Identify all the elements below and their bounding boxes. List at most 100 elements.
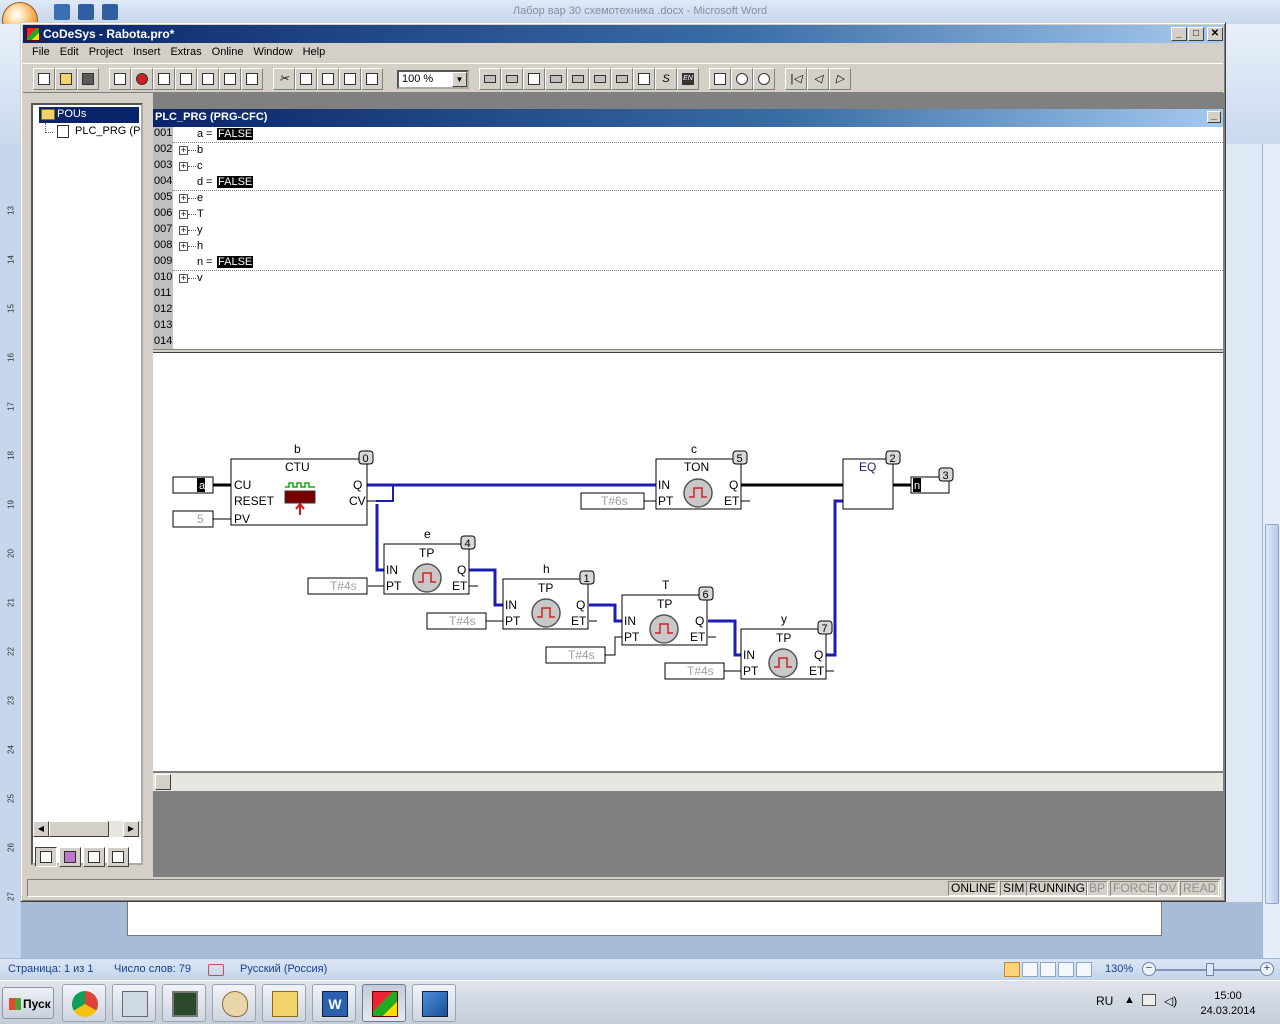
connection-mark-target-button[interactable] [753,68,775,90]
tab-resources[interactable] [107,847,129,867]
expand-plus-icon[interactable]: + [179,194,188,203]
tab-pous[interactable] [35,847,57,867]
editor-minimize-button[interactable]: _ [1207,111,1221,123]
declaration-row[interactable]: 011 [153,287,1223,303]
tab-visualizations[interactable] [83,847,105,867]
enable-en-button[interactable]: EN [677,68,699,90]
draft-view-button[interactable] [1076,962,1092,977]
draw-taskbar-button[interactable] [412,984,456,1022]
zoom-slider-knob[interactable] [1206,963,1214,976]
close-button[interactable]: ✕ [1207,27,1223,41]
pou-item-plc-prg[interactable]: PLC_PRG (P [55,125,140,138]
menu-file[interactable]: File [27,43,55,62]
open-button[interactable] [55,68,77,90]
menu-extras[interactable]: Extras [165,43,206,62]
variable-value[interactable]: FALSE [217,256,254,268]
login-button[interactable] [109,68,131,90]
restore-button[interactable]: □ [1188,27,1204,41]
menu-help[interactable]: Help [298,43,331,62]
set-reset-button[interactable]: S [655,68,677,90]
cfc-scroll-thumb[interactable] [155,774,171,790]
find-next-button[interactable] [361,68,383,90]
word-scroll-thumb[interactable] [1265,524,1279,904]
zoom-level[interactable]: 130% [1105,963,1133,975]
connection-mark-button[interactable] [731,68,753,90]
declaration-row[interactable]: 009 n = FALSE [153,255,1223,271]
menu-window[interactable]: Window [248,43,297,62]
tray-expand-icon[interactable]: ▲ [1124,994,1135,1006]
codesys-titlebar[interactable]: CoDeSys - Rabota.pro* _ □ ✕ [23,25,1223,43]
print-layout-view-button[interactable] [1004,962,1020,977]
new-file-button[interactable] [33,68,55,90]
volume-icon[interactable]: ◁) [1164,994,1177,1008]
expand-plus-icon[interactable]: + [179,162,188,171]
start-button[interactable]: Пуск [2,987,54,1019]
first-button[interactable]: |◁ [785,68,807,90]
declaration-row[interactable]: 004 d = FALSE [153,175,1223,191]
expand-plus-icon[interactable]: + [179,242,188,251]
insert-output-button[interactable] [501,68,523,90]
declaration-row[interactable]: 013 [153,319,1223,335]
find-button[interactable] [339,68,361,90]
expand-plus-icon[interactable]: + [179,226,188,235]
full-screen-view-button[interactable] [1022,962,1038,977]
scroll-left-icon[interactable]: ◀ [33,821,49,837]
zoom-combo[interactable]: 100 % ▼ [397,70,469,89]
declaration-row[interactable]: 005 + e [153,191,1223,207]
declaration-row[interactable]: 014 [153,335,1223,349]
macro-button[interactable] [709,68,731,90]
copy-button[interactable] [295,68,317,90]
editor-titlebar[interactable]: PLC_PRG (PRG-CFC) _ [153,109,1223,127]
declaration-row[interactable]: 007 + y [153,223,1223,239]
tab-data-types[interactable] [59,847,81,867]
expand-plus-icon[interactable]: + [179,146,188,155]
expand-plus-icon[interactable]: + [179,274,188,283]
zoom-out-icon[interactable]: − [1142,962,1156,976]
step-over-button[interactable] [153,68,175,90]
redo-icon[interactable] [102,4,118,20]
insert-jump-button[interactable] [545,68,567,90]
zoom-in-icon[interactable]: + [1260,962,1274,976]
declaration-pane[interactable]: 001 a = FALSE 002 + b 003 + c 004 d = FALSE 005 + e 006 + T… [153,127,1223,349]
word-vertical-scrollbar[interactable] [1262,144,1280,958]
breakpoint-button[interactable] [197,68,219,90]
paste-button[interactable] [317,68,339,90]
language-indicator[interactable]: Русский (Россия) [240,963,327,975]
forward-button[interactable]: ▷ [829,68,851,90]
minimize-button[interactable]: _ [1171,27,1187,41]
menu-project[interactable]: Project [84,43,128,62]
declaration-row[interactable]: 008 + h [153,239,1223,255]
word-page[interactable] [127,902,1162,936]
save-icon[interactable] [54,4,70,20]
chrome-taskbar-button[interactable] [62,984,106,1022]
stop-button[interactable] [131,68,153,90]
cfc-diagram[interactable]: a 5 b CTU 0 CU RESET PV Q CV c TON 5 IN PT Q ET T#6s EQ 2 n 3… [153,353,1223,771]
explorer-taskbar-button[interactable] [262,984,306,1022]
insert-input-button[interactable] [479,68,501,90]
insert-label-button[interactable] [567,68,589,90]
system-monitor-taskbar-button[interactable] [162,984,206,1022]
cut-button[interactable]: ✂ [273,68,295,90]
web-layout-view-button[interactable] [1040,962,1056,977]
step-in-button[interactable] [175,68,197,90]
variable-value[interactable]: FALSE [217,128,254,140]
menu-edit[interactable]: Edit [55,43,84,62]
write-values-button[interactable] [219,68,241,90]
back-button[interactable]: ◁ [807,68,829,90]
pou-root-node[interactable]: POUs [39,107,139,123]
spellcheck-icon[interactable] [208,964,224,976]
declaration-row[interactable]: 003 + c [153,159,1223,175]
keyboard-language[interactable]: RU [1096,994,1113,1008]
declaration-row[interactable]: 001 a = FALSE [153,127,1223,143]
declaration-row[interactable]: 012 [153,303,1223,319]
word-taskbar-button[interactable]: W [312,984,356,1022]
force-values-button[interactable] [241,68,263,90]
menu-online[interactable]: Online [207,43,249,62]
scroll-right-icon[interactable]: ▶ [123,821,139,837]
organizer-scroll-thumb[interactable] [49,821,109,837]
insert-return-button[interactable] [589,68,611,90]
clock[interactable]: 15:00 24.03.2014 [1200,989,1256,1019]
outline-view-button[interactable] [1058,962,1074,977]
chevron-down-icon[interactable]: ▼ [452,72,467,87]
variable-value[interactable]: FALSE [217,176,254,188]
